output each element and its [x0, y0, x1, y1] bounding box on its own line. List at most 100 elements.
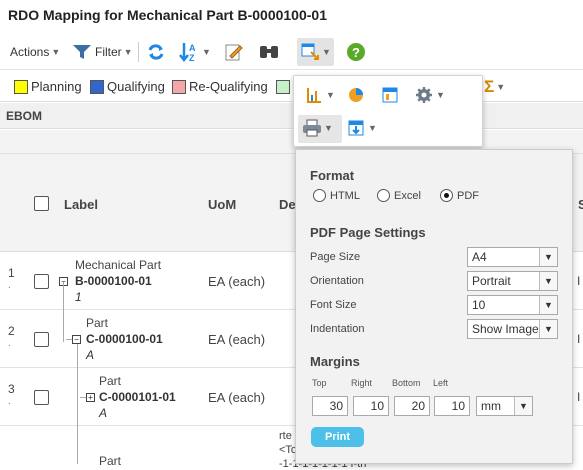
part-revision: A [99, 406, 108, 420]
format-html-radio[interactable] [313, 189, 326, 202]
page-size-value: A4 [472, 250, 487, 264]
column-header-extra[interactable]: S [578, 197, 583, 212]
legend-swatch [172, 79, 186, 94]
svg-text:A: A [189, 43, 196, 53]
indentation-value: Show Images [472, 322, 545, 336]
filter-menu-button[interactable]: Filter ▼ [72, 38, 133, 66]
section-title: EBOM [0, 103, 583, 129]
pie-chart-menu-item[interactable] [346, 86, 366, 104]
indentation-label: Indentation [310, 323, 365, 335]
chevron-down-icon: ▼ [322, 47, 331, 57]
edit-button[interactable] [224, 38, 244, 66]
legend-swatch [276, 79, 290, 94]
settings-menu-item[interactable]: ▼ [414, 86, 445, 104]
uom-value: EA (each) [208, 332, 266, 347]
chevron-down-icon: ▼ [368, 123, 377, 133]
chevron-down-icon: ▼ [326, 90, 335, 100]
state-legend: Planning Qualifying Re-Qualifying C Σ ▼ [0, 71, 583, 102]
orientation-value: Portrait [472, 274, 511, 288]
margin-bottom-input[interactable]: 20 [394, 396, 430, 416]
tree-connector [77, 344, 78, 464]
uom-value: EA (each) [208, 274, 266, 289]
row-checkbox[interactable] [34, 390, 49, 405]
row-checkbox[interactable] [34, 274, 49, 289]
sort-az-icon: AZ [179, 43, 196, 63]
part-type: Part [86, 316, 109, 330]
chevron-down-icon: ▼ [51, 47, 61, 57]
toolbar: Actions ▼ Filter ▼ AZ ▼ ▼ ? [0, 34, 583, 70]
svg-text:?: ? [352, 45, 360, 60]
legend-swatch [90, 79, 104, 94]
chevron-down-icon: ▼ [496, 82, 506, 92]
gear-icon [414, 86, 434, 104]
print-button[interactable]: Print [311, 427, 364, 447]
bar-chart-icon [304, 86, 324, 104]
expand-icon[interactable]: + [86, 393, 95, 402]
format-pdf-label[interactable]: PDF [457, 190, 479, 202]
sigma-icon: Σ [484, 77, 495, 96]
sum-menu-button[interactable]: Σ ▼ [484, 77, 505, 97]
table-layout-menu-item[interactable] [380, 86, 400, 104]
column-header-uom[interactable]: UoM [208, 197, 236, 212]
legend-label: Qualifying [107, 79, 165, 94]
part-name[interactable]: C-0000100-01 [86, 332, 163, 346]
print-settings-panel: Format HTML Excel PDF PDF Page Settings … [295, 149, 573, 464]
part-type: Mechanical Part [75, 258, 162, 272]
font-size-value: 10 [472, 298, 486, 312]
margin-left-input[interactable]: 10 [434, 396, 470, 416]
find-button[interactable] [258, 38, 280, 66]
uom-value: EA (each) [208, 390, 266, 405]
refresh-button[interactable] [146, 38, 166, 66]
pie-chart-icon [346, 86, 366, 104]
part-name[interactable]: C-0000101-01 [99, 390, 176, 404]
part-type: Part [99, 374, 122, 388]
collapse-icon[interactable]: − [72, 335, 81, 344]
format-excel-radio[interactable] [377, 189, 390, 202]
svg-text:Z: Z [189, 53, 195, 63]
edit-pencil-icon [225, 44, 243, 61]
legend-label: Re-Qualifying [189, 79, 268, 94]
export-table-icon [301, 43, 319, 60]
row-marker: . [8, 280, 11, 291]
select-all-checkbox[interactable] [34, 196, 49, 211]
sort-button[interactable]: AZ ▼ [178, 38, 211, 66]
chevron-down-icon: ▼ [539, 320, 557, 338]
part-name[interactable]: B-0000100-01 [75, 274, 152, 288]
column-header-description[interactable]: De [279, 197, 296, 212]
orientation-select[interactable]: Portrait ▼ [467, 271, 558, 291]
table-icon [380, 86, 400, 104]
indentation-select[interactable]: Show Images ▼ [467, 319, 558, 339]
export-options-menu: ▼ ▼ ▼ ▼ [293, 75, 483, 147]
margin-top-input[interactable]: 30 [312, 396, 348, 416]
download-menu-item[interactable]: ▼ [346, 119, 377, 137]
chart-menu-item[interactable]: ▼ [304, 86, 335, 104]
margin-top-label: Top [312, 378, 327, 388]
printer-icon [302, 119, 322, 137]
margin-unit-select[interactable]: mm ▼ [476, 396, 533, 416]
row-number: 1 [8, 266, 15, 280]
column-header-label[interactable]: Label [64, 197, 98, 212]
row-checkbox[interactable] [34, 332, 49, 347]
row-marker: . [8, 396, 11, 407]
page-title: RDO Mapping for Mechanical Part B-000010… [8, 7, 327, 23]
font-size-label: Font Size [310, 299, 357, 311]
help-button[interactable]: ? [346, 38, 366, 66]
format-pdf-radio[interactable] [440, 189, 453, 202]
toolbar-divider [138, 42, 139, 62]
binoculars-icon [260, 46, 278, 58]
margin-right-input[interactable]: 10 [353, 396, 389, 416]
format-html-label[interactable]: HTML [330, 190, 360, 202]
font-size-select[interactable]: 10 ▼ [467, 295, 558, 315]
export-menu-button[interactable]: ▼ [297, 38, 334, 66]
print-menu-item[interactable]: ▼ [302, 119, 333, 137]
format-excel-label[interactable]: Excel [394, 190, 421, 202]
margin-bottom-label: Bottom [392, 378, 421, 388]
tree-connector [63, 282, 64, 342]
page-size-select[interactable]: A4 ▼ [467, 247, 558, 267]
extra-value: I [577, 390, 581, 404]
actions-menu-button[interactable]: Actions ▼ [10, 38, 60, 66]
part-type: Part [99, 454, 122, 468]
chevron-down-icon: ▼ [539, 272, 557, 290]
row-number: 2 [8, 324, 15, 338]
chevron-down-icon: ▼ [202, 47, 211, 57]
